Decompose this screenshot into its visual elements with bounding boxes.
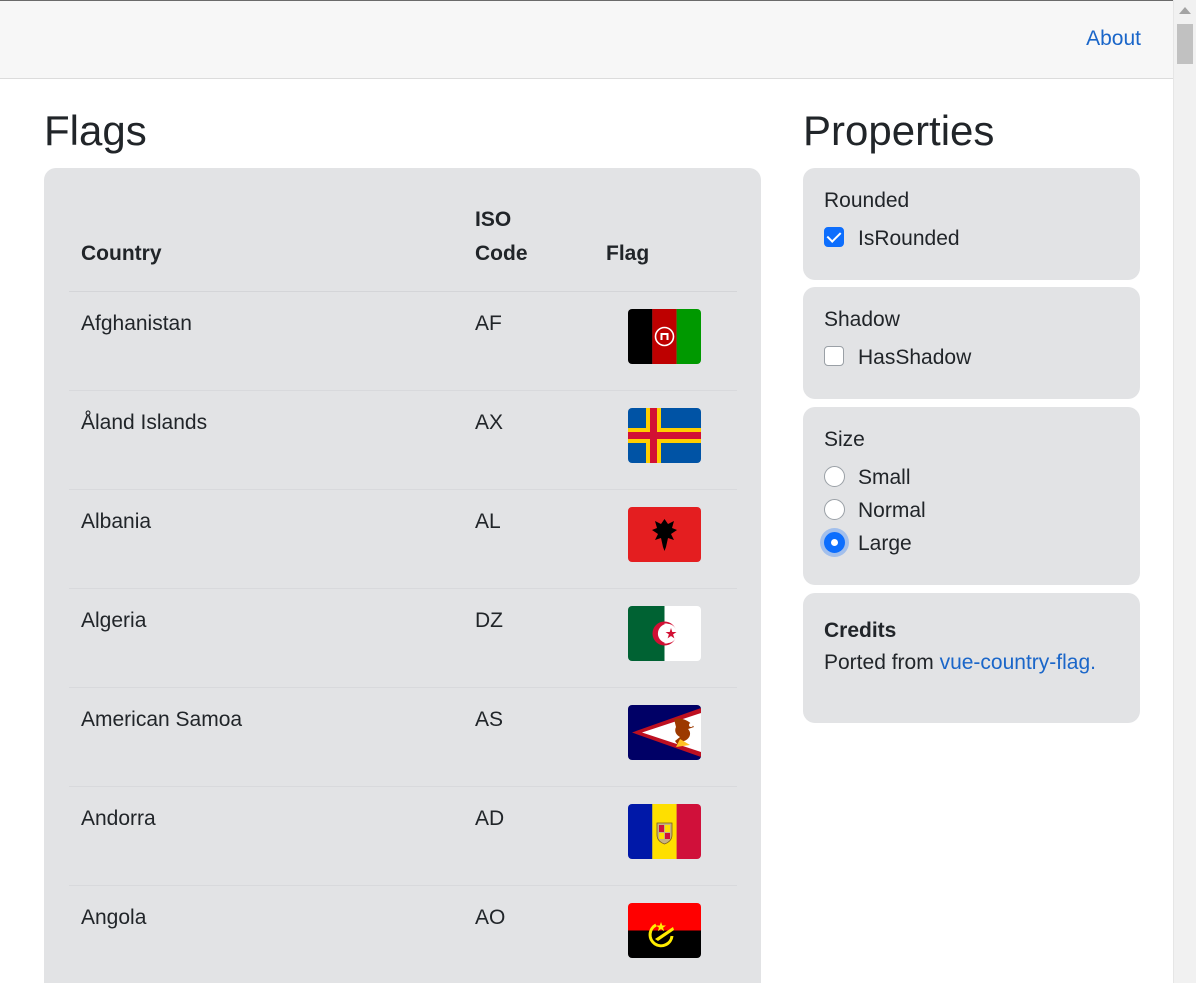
albania-flag-icon bbox=[628, 507, 701, 562]
flags-table: Country ISO Code Flag Afghanistan AF Åla… bbox=[69, 193, 737, 983]
table-row: Afghanistan AF bbox=[69, 291, 737, 391]
iso-code: AS bbox=[463, 687, 594, 787]
rounded-panel-title: Rounded bbox=[824, 189, 910, 212]
isrounded-option[interactable]: IsRounded bbox=[824, 222, 1119, 255]
iso-code: AL bbox=[463, 489, 594, 589]
size-small-radio[interactable] bbox=[824, 466, 845, 487]
vue-country-flag-link[interactable]: vue-country-flag. bbox=[940, 651, 1096, 674]
navbar: About bbox=[0, 1, 1174, 79]
size-option-small[interactable]: Small bbox=[824, 461, 1119, 494]
size-panel-title: Size bbox=[824, 428, 865, 451]
scroll-up-arrow-icon[interactable] bbox=[1179, 7, 1191, 14]
table-row: Albania AL bbox=[69, 489, 737, 589]
hasshadow-checkbox[interactable] bbox=[824, 346, 844, 366]
size-normal-radio[interactable] bbox=[824, 499, 845, 520]
country-name: Andorra bbox=[69, 786, 463, 886]
shadow-panel: Shadow HasShadow bbox=[803, 287, 1140, 399]
aland-islands-flag-icon bbox=[628, 408, 701, 463]
iso-code: DZ bbox=[463, 588, 594, 688]
properties-heading: Properties bbox=[803, 107, 995, 154]
country-name: Algeria bbox=[69, 588, 463, 688]
afghanistan-flag-icon bbox=[628, 309, 701, 364]
shadow-panel-title: Shadow bbox=[824, 308, 900, 331]
table-row: Angola AO bbox=[69, 886, 737, 983]
flags-heading: Flags bbox=[44, 107, 147, 154]
credits-title: Credits bbox=[824, 619, 897, 642]
size-panel: Size Small Normal Large bbox=[803, 407, 1140, 585]
iso-code: AX bbox=[463, 390, 594, 490]
iso-code: AD bbox=[463, 786, 594, 886]
credits-text: Ported from vue-country-flag. bbox=[824, 651, 1096, 674]
table-row: Åland Islands AX bbox=[69, 390, 737, 490]
column-header-iso-code: ISO Code bbox=[463, 193, 594, 292]
size-option-large[interactable]: Large bbox=[824, 527, 1119, 560]
table-header-row: Country ISO Code Flag bbox=[69, 193, 737, 292]
table-row: Andorra AD bbox=[69, 786, 737, 886]
size-option-normal[interactable]: Normal bbox=[824, 494, 1119, 527]
country-name: Albania bbox=[69, 489, 463, 589]
isrounded-label[interactable]: IsRounded bbox=[858, 227, 960, 250]
american-samoa-flag-icon bbox=[628, 705, 701, 760]
angola-flag-icon bbox=[628, 903, 701, 958]
algeria-flag-icon bbox=[628, 606, 701, 661]
andorra-flag-icon bbox=[628, 804, 701, 859]
vertical-scrollbar[interactable] bbox=[1173, 0, 1196, 983]
isrounded-checkbox[interactable] bbox=[824, 227, 844, 247]
iso-code: AO bbox=[475, 906, 506, 929]
scrollbar-thumb[interactable] bbox=[1177, 24, 1193, 64]
country-name: Afghanistan bbox=[69, 291, 463, 391]
table-row: Algeria DZ bbox=[69, 588, 737, 688]
country-name: Angola bbox=[81, 906, 147, 929]
size-small-label[interactable]: Small bbox=[858, 466, 911, 489]
size-large-radio[interactable] bbox=[824, 532, 845, 553]
credits-panel: Credits Ported from vue-country-flag. bbox=[803, 593, 1140, 723]
column-header-flag: Flag bbox=[594, 193, 737, 292]
page: About Flags Properties Country ISO Code … bbox=[0, 0, 1196, 983]
size-large-label[interactable]: Large bbox=[858, 532, 912, 555]
column-header-country: Country bbox=[69, 193, 463, 292]
table-row: American Samoa AS bbox=[69, 687, 737, 787]
iso-code: AF bbox=[463, 291, 594, 391]
country-name: Åland Islands bbox=[69, 390, 463, 490]
country-name: American Samoa bbox=[69, 687, 463, 787]
size-normal-label[interactable]: Normal bbox=[858, 499, 926, 522]
flags-table-card: Country ISO Code Flag Afghanistan AF Åla… bbox=[44, 168, 761, 983]
hasshadow-label[interactable]: HasShadow bbox=[858, 346, 971, 369]
nav-about-link[interactable]: About bbox=[1086, 27, 1141, 51]
hasshadow-option[interactable]: HasShadow bbox=[824, 341, 1119, 374]
rounded-panel: Rounded IsRounded bbox=[803, 168, 1140, 280]
